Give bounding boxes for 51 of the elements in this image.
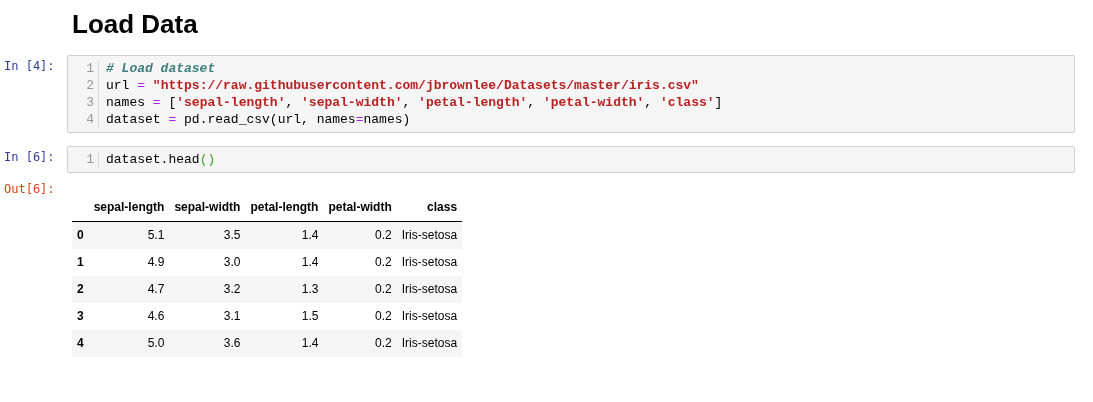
code-line: # Load dataset	[106, 60, 217, 77]
table-cell: 3.2	[169, 276, 246, 303]
input-prompt: In [4]:	[3, 58, 56, 73]
column-header: petal-width	[323, 194, 397, 222]
table-cell: 1.3	[245, 276, 324, 303]
input-prompt: In [6]:	[3, 149, 56, 164]
table-cell: 3.5	[169, 221, 246, 249]
table-cell: 4.7	[88, 276, 170, 303]
table-cell: 1.5	[245, 303, 324, 330]
table-cell: 4.6	[88, 303, 170, 330]
row-index: 4	[72, 330, 89, 357]
line-number: 1	[85, 151, 94, 168]
line-number: 3	[85, 94, 94, 111]
table-cell: 1.4	[245, 249, 324, 276]
table-cell: Iris-setosa	[396, 330, 463, 357]
code-line: dataset = pd.read_csv(url, names=names)	[106, 111, 412, 128]
row-index: 0	[72, 221, 89, 249]
table-cell: 5.0	[88, 330, 170, 357]
table-cell: Iris-setosa	[396, 249, 463, 276]
table-cell: 1.4	[245, 330, 324, 357]
line-number: 2	[85, 77, 94, 94]
table-cell: 5.1	[88, 221, 170, 249]
row-index: 3	[72, 303, 89, 330]
code-line: dataset.head()	[106, 151, 216, 168]
code-cell[interactable]	[67, 55, 1075, 133]
row-index: 2	[72, 276, 89, 303]
column-header: petal-length	[245, 194, 324, 222]
column-header: sepal-length	[88, 194, 170, 222]
section-heading: Load Data	[72, 8, 199, 40]
code-line: names = ['sepal-length', 'sepal-width', 'petal-length', 'petal-width', 'class']	[106, 94, 723, 111]
table-cell: 0.2	[323, 276, 397, 303]
table-cell: 1.4	[245, 221, 324, 249]
table-cell: Iris-setosa	[396, 303, 463, 330]
table-cell: Iris-setosa	[396, 221, 463, 249]
table-cell: 3.0	[169, 249, 246, 276]
output-prompt: Out[6]:	[3, 182, 56, 196]
code-line: url = "https://raw.githubusercontent.com/jbrownlee/Datasets/master/iris.csv"	[106, 77, 700, 94]
line-number: 1	[85, 60, 94, 77]
table-cell: Iris-setosa	[396, 276, 463, 303]
table-cell: 0.2	[323, 330, 397, 357]
table-cell: 0.2	[323, 249, 397, 276]
column-header: sepal-width	[169, 194, 246, 222]
table-cell: 0.2	[323, 303, 397, 330]
code-cell[interactable]: 1 dataset.head()	[67, 146, 1075, 173]
table-cell: 3.6	[169, 330, 246, 357]
table-cell: 4.9	[88, 249, 170, 276]
table-cell: 3.1	[169, 303, 246, 330]
row-index: 1	[72, 249, 89, 276]
column-header: class	[396, 194, 463, 222]
table-cell: 0.2	[323, 221, 397, 249]
line-number: 4	[85, 111, 94, 128]
